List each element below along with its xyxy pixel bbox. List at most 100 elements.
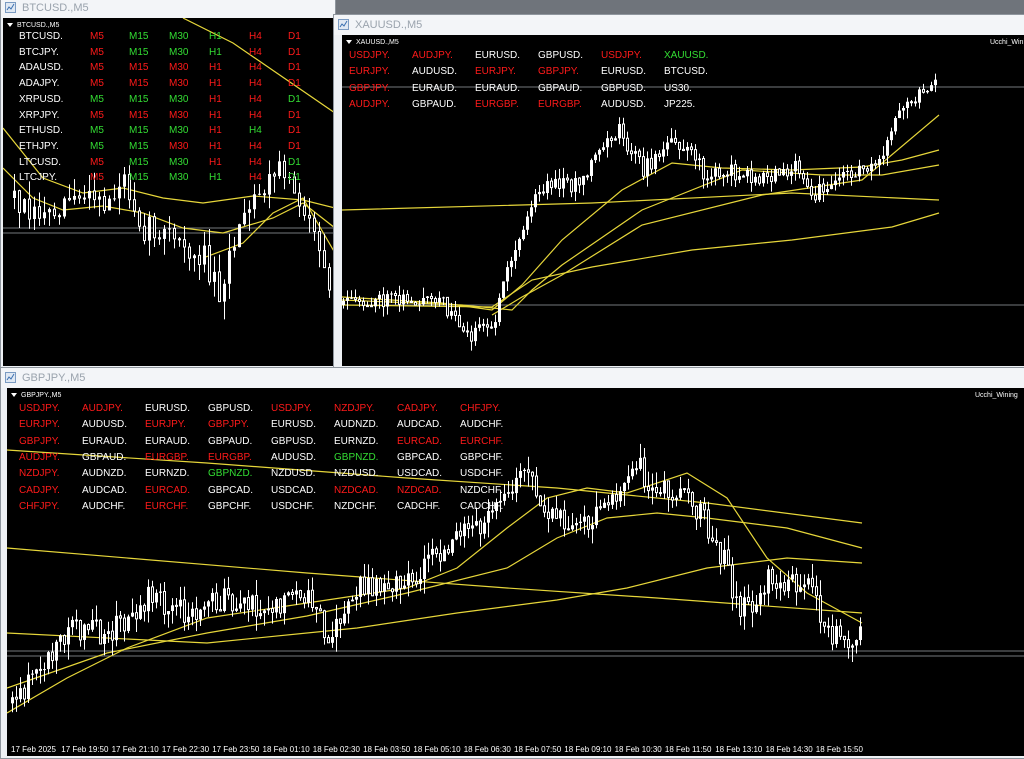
pair-strength-cell: NZDCHF. (460, 484, 503, 496)
pair-strength-cell: EURUSD. (271, 419, 317, 431)
symbol-name: BTCJPY. (19, 46, 59, 58)
pair-strength-cell: USDCAD. (271, 484, 317, 496)
pair-strength-cell: NZDUSD. (271, 468, 316, 480)
symbol-period-text: XAUUSD.,M5 (356, 39, 399, 46)
time-axis-tick: 18 Feb 10:30 (614, 745, 662, 754)
timeframe-signal: H1 (209, 140, 222, 152)
btcusd-price-chart[interactable]: BTCUSD.,M5 BTCUSD. M5 M15 M30 H1 H4 D1 BTCJPY. M… (3, 18, 333, 366)
pair-strength-cell: AUDJPY. (82, 403, 123, 414)
timeframe-signal: H4 (249, 31, 262, 42)
xauusd-window-titlebar[interactable]: XAUUSD.,M5 (334, 15, 1024, 35)
symbol-name: XRPUSD. (19, 93, 64, 105)
timeframe-signal: H1 (209, 172, 222, 184)
pair-strength-cell: GBPAUD. (82, 451, 127, 463)
pair-strength-cell: BTCUSD. (664, 66, 708, 78)
timeframe-signal: M5 (90, 93, 104, 105)
collapse-triangle-icon[interactable] (7, 23, 13, 28)
timeframe-signal: M5 (90, 109, 104, 121)
timeframe-signal: H1 (209, 109, 222, 121)
collapse-triangle-icon[interactable] (346, 40, 352, 45)
pair-strength-cell: USDJPY. (271, 403, 312, 414)
pair-strength-cell: CADJPY. (19, 484, 60, 496)
chart-symbol-label: BTCUSD.,M5 (7, 21, 59, 30)
time-axis-tick: 18 Feb 13:10 (715, 745, 763, 754)
symbol-name: ADAJPY. (19, 78, 60, 90)
gbpjpy-window-titlebar[interactable]: GBPJPY.,M5 (1, 368, 1024, 388)
xauusd-chart-window[interactable]: XAUUSD.,M5 XAUUSD.,M5 Ucchi_Wini USDJPY.… (333, 14, 1024, 369)
expert-advisor-label: Ucchi_Wining (975, 392, 1018, 399)
pair-strength-cell: EURCHF. (460, 435, 504, 447)
pair-strength-cell: AUDCHF. (82, 500, 126, 512)
pair-strength-cell: CADCHF. (397, 500, 441, 512)
window-title: GBPJPY.,M5 (22, 372, 86, 384)
timeframe-signal: H1 (209, 125, 222, 137)
pair-strength-cell: GBPNZD. (334, 451, 379, 463)
pair-strength-cell: GBPJPY. (19, 435, 60, 447)
moving-average-line (342, 164, 940, 311)
pair-strength-cell: GBPJPY. (349, 82, 390, 94)
timeframe-signal: M30 (169, 62, 189, 74)
pair-strength-cell: AUDNZD. (82, 468, 127, 480)
timeframe-signal: D1 (288, 78, 301, 90)
pair-strength-cell: USDCAD. (397, 468, 443, 480)
timeframe-signal: D1 (288, 140, 301, 152)
moving-average-line (7, 512, 863, 689)
chart-window-icon (5, 372, 16, 383)
timeframe-signal: H1 (209, 156, 222, 168)
moving-average-line (342, 212, 940, 308)
pair-strength-cell: GBPCHF. (208, 500, 252, 512)
chart-window-icon (338, 19, 349, 30)
pair-strength-cell: USDCHF. (460, 468, 504, 480)
gbpjpy-price-chart[interactable]: GBPJPY.,M5 Ucchi_Wining USDJPY. AUDJPY. EU… (7, 388, 1024, 756)
timeframe-signal: M5 (90, 78, 104, 90)
pair-strength-cell: EURJPY. (145, 419, 186, 431)
pair-strength-cell: CADCHF. (460, 500, 504, 512)
time-axis-tick: 18 Feb 01:10 (262, 745, 310, 754)
timeframe-signal: M15 (129, 46, 149, 58)
pair-strength-cell: AUDUSD. (412, 66, 458, 78)
timeframe-signal: M30 (169, 172, 189, 184)
timeframe-signal: H1 (209, 93, 222, 105)
pair-strength-cell: GBPJPY. (208, 419, 249, 431)
pair-strength-cell: GBPUSD. (601, 82, 647, 94)
timeframe-signal: M30 (169, 78, 189, 90)
time-axis-tick: 17 Feb 23:50 (212, 745, 260, 754)
btcusd-window-titlebar[interactable]: BTCUSD.,M5 (1, 0, 335, 18)
timeframe-signal: D1 (288, 93, 301, 105)
timeframe-signal: H1 (209, 31, 222, 42)
xauusd-price-chart[interactable]: XAUUSD.,M5 Ucchi_Wini USDJPY. AUDJPY. EURU… (342, 35, 1024, 366)
timeframe-signal: H1 (209, 46, 222, 58)
pair-strength-cell: AUDJPY. (412, 50, 453, 61)
time-axis-tick: 18 Feb 15:50 (815, 745, 863, 754)
gbpjpy-chart-window[interactable]: GBPJPY.,M5 GBPJPY.,M5 Ucchi_Wining USDJP… (0, 367, 1024, 759)
timeframe-signal: D1 (288, 46, 301, 58)
timeframe-signal: M15 (129, 31, 149, 42)
timeframe-signal: M5 (90, 172, 104, 184)
pair-strength-cell: GBPUSD. (271, 435, 317, 447)
pair-strength-cell: NZDCAD. (397, 484, 442, 496)
timeframe-signal: M5 (90, 62, 104, 74)
pair-strength-cell: EURAUD. (475, 82, 521, 94)
pair-strength-cell: JP225. (664, 98, 696, 110)
pair-strength-cell: CADJPY. (397, 403, 438, 414)
timeframe-signal: M15 (129, 140, 149, 152)
pair-strength-cell: AUDCHF. (460, 419, 504, 431)
btcusd-chart-window[interactable]: BTCUSD.,M5 BTCUSD.,M5 BTCUSD. M5 M15 M30 H1 H… (0, 0, 336, 369)
pair-strength-cell: EURNZD. (145, 468, 190, 480)
timeframe-signal: H4 (249, 93, 262, 105)
pair-strength-cell: GBPAUD. (412, 98, 457, 110)
time-axis-tick: 18 Feb 14:30 (765, 745, 813, 754)
time-axis-tick: 18 Feb 05:10 (413, 745, 461, 754)
timeframe-signal: M15 (129, 93, 149, 105)
pair-strength-cell: EURCHF. (145, 500, 189, 512)
symbol-name: XRPJPY. (19, 109, 60, 121)
collapse-triangle-icon[interactable] (11, 393, 17, 398)
pair-strength-cell: EURGBP. (208, 451, 252, 463)
pair-strength-cell: EURNZD. (334, 435, 379, 447)
timeframe-signal: D1 (288, 109, 301, 121)
timeframe-signal: M5 (90, 156, 104, 168)
timeframe-signal: H1 (209, 62, 222, 74)
time-axis-tick: 17 Feb 22:30 (161, 745, 210, 754)
chart-symbol-label: GBPJPY.,M5 (11, 391, 61, 400)
pair-strength-cell: US30. (664, 82, 692, 94)
